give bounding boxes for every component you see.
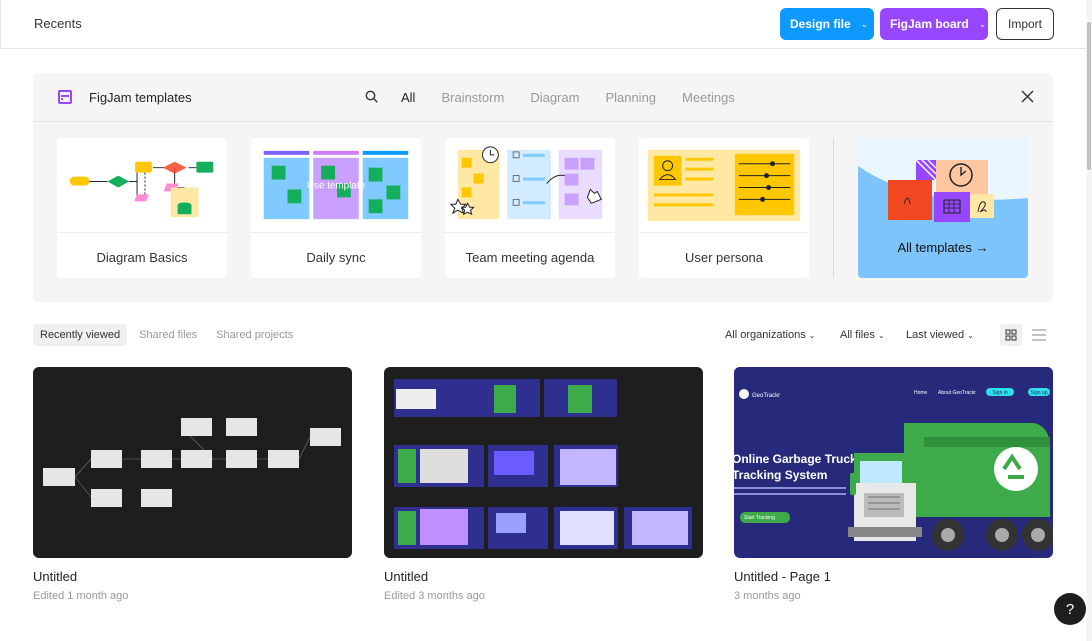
dashboard-screens-preview <box>394 379 692 549</box>
tab-shared-files[interactable]: Shared files <box>132 324 204 346</box>
team-meeting-agenda-thumbnail <box>445 138 615 233</box>
all-templates-label: All templates → <box>897 240 989 255</box>
grid-view-button[interactable] <box>1000 324 1022 346</box>
file-thumbnail: GeoTrackr Home About GeoTrackr Sign in S… <box>734 367 1053 558</box>
template-label: Team meeting agenda <box>465 250 595 265</box>
template-card-user-persona[interactable]: User persona <box>639 138 809 278</box>
geotrackr-headline-1: Online Garbage Truck <box>734 452 857 466</box>
file-name: Untitled - Page 1 <box>734 569 831 584</box>
geotrackr-brand: GeoTrackr <box>752 393 780 399</box>
geotrackr-nav-home: Home <box>914 390 928 396</box>
template-card-daily-sync[interactable]: Use template Daily sync <box>251 138 421 278</box>
figjam-board-button[interactable]: FigJam board ⌄ <box>880 8 988 40</box>
all-templates-card[interactable]: All templates → <box>858 138 1028 278</box>
geotrackr-nav-about: About GeoTrackr <box>938 390 976 396</box>
figjam-board-label: FigJam board <box>890 17 969 31</box>
file-thumbnail <box>33 367 352 558</box>
chevron-down-icon: ⌄ <box>877 331 885 340</box>
scrollbar[interactable] <box>1086 0 1092 641</box>
top-bar: Recents Design file ⌄ FigJam board ⌄ Imp… <box>0 0 1086 49</box>
geotrackr-landing-preview: GeoTrackr Home About GeoTrackr Sign in S… <box>734 367 1053 551</box>
scrollbar-thumb[interactable] <box>1087 22 1091 170</box>
templates-title: FigJam templates <box>89 90 192 105</box>
diagram-basics-thumbnail <box>57 138 227 233</box>
file-meta: Edited 1 month ago <box>33 590 129 602</box>
use-template-hover-text: Use template <box>307 180 366 191</box>
file-name: Untitled <box>384 569 429 584</box>
all-templates-illustration <box>858 138 1028 222</box>
figjam-templates-panel: FigJam templates All Brainstorm Diagram … <box>33 73 1053 302</box>
sort-filter-label: Last viewed <box>906 329 965 341</box>
page-title: Recents <box>34 16 82 31</box>
file-card[interactable]: GeoTrackr Home About GeoTrackr Sign in S… <box>734 367 1053 602</box>
file-name: Untitled <box>33 569 78 584</box>
geotrackr-signup: Sign up <box>1031 390 1048 396</box>
template-label: User persona <box>684 250 764 265</box>
files-filter-label: All files <box>840 329 875 341</box>
search-icon[interactable] <box>365 90 378 103</box>
figjam-board-icon <box>58 90 72 104</box>
chevron-down-icon: ⌄ <box>967 331 974 340</box>
flowchart-preview <box>43 418 341 507</box>
geotrackr-headline-2: Tracking System <box>734 468 827 482</box>
filter-all[interactable]: All <box>401 90 415 105</box>
file-card[interactable]: Untitled Edited 1 month ago <box>33 367 352 602</box>
file-meta: 3 months ago <box>734 590 801 602</box>
chevron-down-icon: ⌄ <box>808 331 816 340</box>
geotrackr-cta: Start Tracking <box>744 515 775 521</box>
chevron-down-icon: ⌄ <box>978 18 987 29</box>
design-file-label: Design file <box>790 17 851 31</box>
filter-meetings[interactable]: Meetings <box>682 90 735 105</box>
templates-header: FigJam templates All Brainstorm Diagram … <box>33 73 1053 122</box>
design-file-button[interactable]: Design file ⌄ <box>780 8 874 40</box>
list-view-icon[interactable] <box>1031 328 1047 342</box>
geotrackr-signin: Sign in <box>992 390 1008 396</box>
import-button[interactable]: Import <box>996 8 1054 40</box>
file-card[interactable]: Untitled Edited 3 months ago <box>384 367 703 602</box>
template-filter-tabs: All Brainstorm Diagram Planning Meetings <box>401 90 761 105</box>
filter-planning[interactable]: Planning <box>605 90 656 105</box>
template-card-team-meeting-agenda[interactable]: Team meeting agenda <box>445 138 615 278</box>
file-meta: Edited 3 months ago <box>384 590 485 602</box>
close-icon[interactable] <box>1021 90 1034 103</box>
tab-shared-projects[interactable]: Shared projects <box>209 324 300 346</box>
user-persona-thumbnail <box>639 138 809 233</box>
daily-sync-thumbnail: Use template <box>251 138 421 233</box>
template-card-diagram-basics[interactable]: Diagram Basics <box>57 138 227 278</box>
file-tabs: Recently viewed Shared files Shared proj… <box>33 324 305 346</box>
tab-recently-viewed[interactable]: Recently viewed <box>33 324 128 346</box>
template-label: Daily sync <box>306 250 366 265</box>
organizations-filter[interactable]: All organizations ⌄ <box>725 329 815 341</box>
grid-icon <box>1005 329 1017 341</box>
filter-diagram[interactable]: Diagram <box>530 90 579 105</box>
files-filter[interactable]: All files ⌄ <box>840 329 885 341</box>
chevron-down-icon: ⌄ <box>860 18 869 29</box>
organizations-filter-label: All organizations <box>725 329 806 341</box>
file-thumbnail <box>384 367 703 558</box>
help-button[interactable]: ? <box>1054 593 1086 625</box>
filter-brainstorm[interactable]: Brainstorm <box>441 90 504 105</box>
divider <box>833 138 834 278</box>
sort-filter[interactable]: Last viewed ⌄ <box>906 329 974 341</box>
template-label: Diagram Basics <box>96 250 188 265</box>
